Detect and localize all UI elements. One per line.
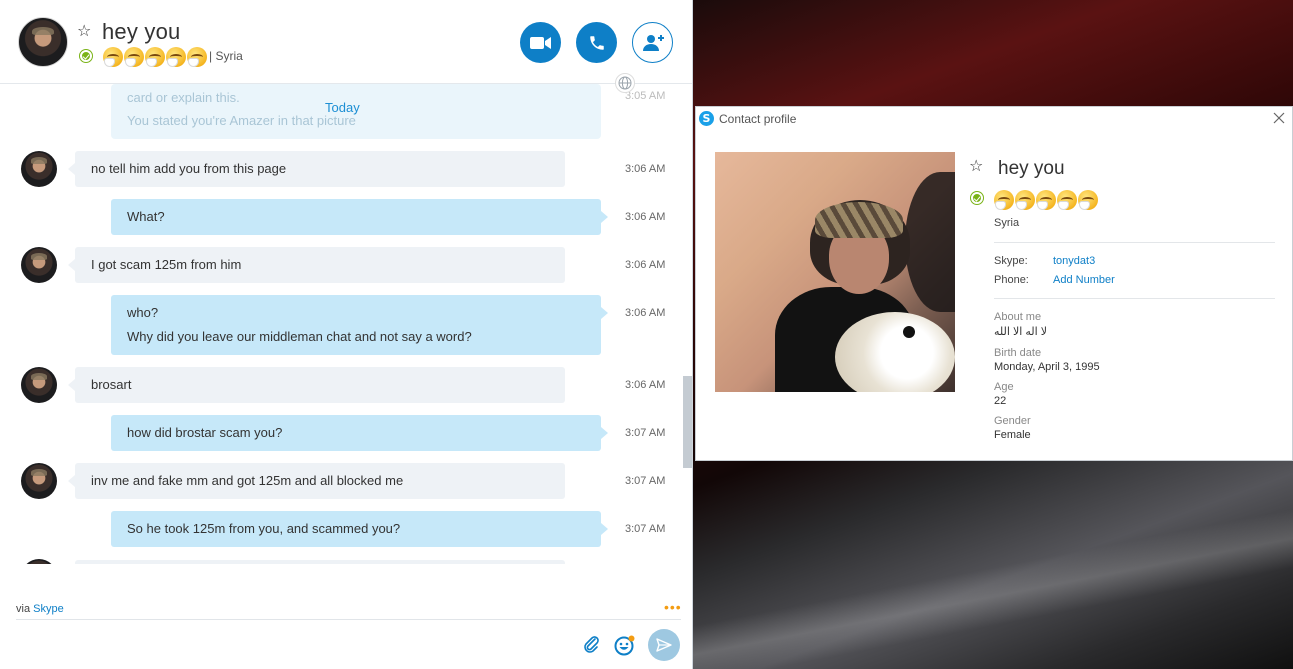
- about-me-label: About me: [994, 311, 1042, 323]
- mood-message: [103, 47, 207, 67]
- age-label: Age: [994, 381, 1014, 393]
- yawn-emoji-icon: [1057, 190, 1077, 210]
- profile-picture: [715, 152, 955, 392]
- add-number-link[interactable]: Add Number: [1053, 274, 1115, 286]
- send-message-button[interactable]: [648, 629, 680, 661]
- skype-name-link[interactable]: tonydat3: [1053, 255, 1095, 267]
- birth-date-value: Monday, April 3, 1995: [994, 361, 1100, 373]
- message-time: 3:06 AM: [625, 211, 666, 223]
- add-person-icon: [642, 34, 664, 51]
- yawn-emoji-icon: [124, 47, 144, 67]
- date-separator: Today: [325, 100, 360, 115]
- sender-avatar[interactable]: [21, 367, 57, 403]
- skype-logo-icon: S: [699, 111, 714, 126]
- yawn-emoji-icon: [145, 47, 165, 67]
- video-call-button[interactable]: [520, 22, 561, 63]
- phone-icon: [589, 35, 604, 50]
- audio-call-button[interactable]: [576, 22, 617, 63]
- message-time: 3:07 AM: [625, 475, 666, 487]
- yawn-emoji-icon: [1036, 190, 1056, 210]
- send-icon: [656, 638, 672, 652]
- chat-window: ☆ hey you | Syria card or explain this. …: [0, 0, 693, 669]
- translate-globe-icon[interactable]: [615, 73, 635, 93]
- contact-location: | Syria: [209, 49, 243, 63]
- close-icon[interactable]: [1272, 111, 1286, 125]
- message-text: inv me and fake mm and got 125m and all …: [91, 473, 404, 488]
- message-text: who?: [127, 305, 159, 320]
- profile-titlebar[interactable]: S Contact profile: [696, 107, 1292, 131]
- video-camera-icon: [529, 36, 551, 49]
- yawn-emoji-icon: [166, 47, 186, 67]
- outgoing-message-bubble[interactable]: who? Why did you leave our middleman cha…: [111, 295, 608, 355]
- phone-label: Phone:: [994, 274, 1029, 286]
- previous-message-line: You stated you're Amazer in that picture: [127, 113, 356, 128]
- emoticon-picker-icon[interactable]: [614, 634, 636, 656]
- gender-value: Female: [994, 429, 1031, 441]
- birth-date-label: Birth date: [994, 347, 1042, 359]
- yawn-emoji-icon: [187, 47, 207, 67]
- online-status-icon: [80, 50, 92, 62]
- favorite-star-icon[interactable]: ☆: [77, 24, 93, 40]
- previous-message-time: 3:05 AM: [625, 90, 666, 102]
- incoming-message-bubble[interactable]: brosart: [68, 367, 565, 403]
- gender-label: Gender: [994, 415, 1031, 427]
- sender-avatar[interactable]: [21, 463, 57, 499]
- sender-avatar[interactable]: [21, 247, 57, 283]
- message-time: 3:06 AM: [625, 259, 666, 271]
- outgoing-message-bubble[interactable]: What?: [111, 199, 608, 235]
- sender-avatar[interactable]: [21, 559, 57, 564]
- chat-scrollbar-thumb[interactable]: [683, 376, 692, 468]
- incoming-message-bubble[interactable]: inv me and fake mm and got 125m and all …: [68, 463, 565, 499]
- yawn-emoji-icon: [103, 47, 123, 67]
- previous-message-line: card or explain this.: [127, 90, 240, 105]
- via-prefix: via: [16, 603, 31, 615]
- message-time: 3:06 AM: [625, 307, 666, 319]
- message-text: So he took 125m from you, and scammed yo…: [127, 521, 401, 536]
- yawn-emoji-icon: [994, 190, 1014, 210]
- contact-name[interactable]: hey you: [102, 19, 180, 45]
- via-skype-label: via Skype: [16, 603, 64, 615]
- message-text: brosart: [91, 377, 132, 392]
- incoming-message-bubble[interactable]: no tell him add you from this page: [68, 151, 565, 187]
- globe-icon: [618, 76, 632, 90]
- chat-header: ☆ hey you | Syria: [0, 0, 692, 84]
- mood-message: [994, 190, 1098, 210]
- outgoing-message-bubble[interactable]: how did brostar scam you?: [111, 415, 608, 451]
- message-text: how did brostar scam you?: [127, 425, 283, 440]
- contact-avatar[interactable]: [18, 17, 68, 67]
- divider: [994, 298, 1275, 299]
- chat-footer: via Skype •••: [0, 590, 692, 669]
- via-skype-link[interactable]: Skype: [33, 603, 64, 615]
- contact-profile-window: S Contact profile ☆ hey you Syria Skype:…: [695, 106, 1293, 461]
- divider: [994, 242, 1275, 243]
- skype-label: Skype:: [994, 255, 1028, 267]
- window-title: Contact profile: [719, 112, 797, 126]
- message-time: 3:06 AM: [625, 379, 666, 391]
- add-people-button[interactable]: [632, 22, 673, 63]
- about-me-value: لا اله الا الله: [994, 326, 1048, 338]
- outgoing-message-bubble[interactable]: So he took 125m from you, and scammed yo…: [111, 511, 608, 547]
- message-text: Why did you leave our middleman chat and…: [127, 329, 472, 344]
- profile-name: hey you: [998, 158, 1065, 179]
- yawn-emoji-icon: [1078, 190, 1098, 210]
- age-value: 22: [994, 395, 1007, 407]
- incoming-message-bubble[interactable]: I got scam 125m from him: [68, 247, 565, 283]
- message-time: 3:07 AM: [625, 427, 666, 439]
- online-status-icon: [971, 192, 983, 204]
- message-time: 3:06 AM: [625, 163, 666, 175]
- message-list[interactable]: card or explain this. You stated you're …: [0, 84, 692, 564]
- message-input[interactable]: [16, 619, 681, 620]
- yawn-emoji-icon: [1015, 190, 1035, 210]
- favorite-star-icon[interactable]: ☆: [969, 159, 985, 175]
- more-options-icon[interactable]: •••: [664, 600, 682, 614]
- sender-avatar[interactable]: [21, 151, 57, 187]
- message-time: 3:07 AM: [625, 523, 666, 535]
- message-text: What?: [127, 209, 165, 224]
- incoming-message-bubble[interactable]: [75, 560, 565, 564]
- message-text: no tell him add you from this page: [91, 161, 287, 176]
- profile-location: Syria: [994, 217, 1020, 229]
- attach-file-icon[interactable]: [581, 634, 601, 654]
- message-text: I got scam 125m from him: [91, 257, 242, 272]
